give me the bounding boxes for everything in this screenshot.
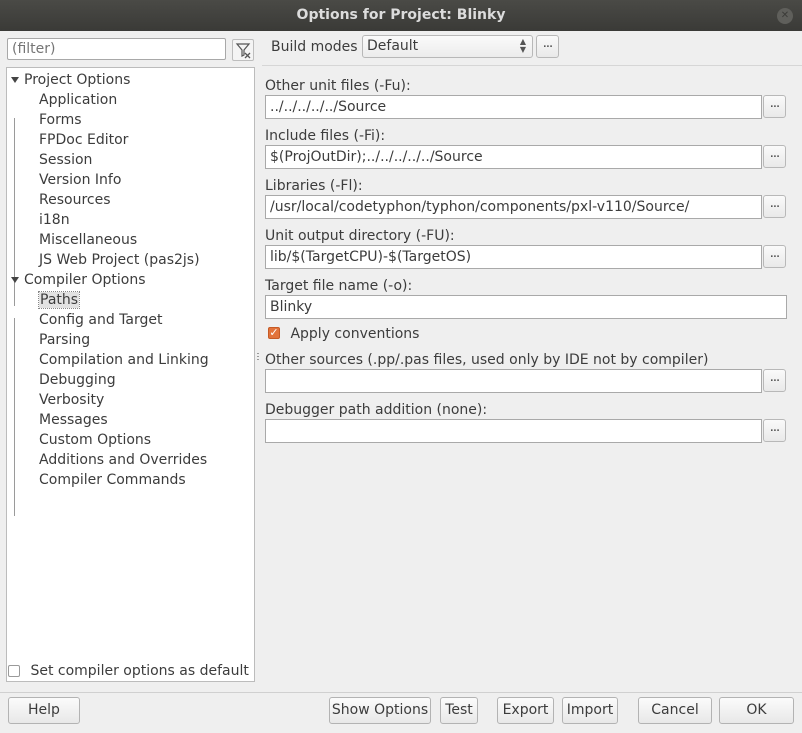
button-bar-separator: [0, 692, 802, 693]
tree-item-label: Compilation and Linking: [39, 352, 209, 368]
unit-output-input[interactable]: lib/$(TargetCPU)-$(TargetOS): [265, 245, 762, 269]
tree-item-label: Config and Target: [39, 312, 163, 328]
tree-item[interactable]: Messages: [39, 410, 108, 430]
window-title: Options for Project: Blinky: [296, 7, 506, 23]
tree-item[interactable]: Paths: [37, 290, 81, 310]
tree-group[interactable]: Project Options: [11, 70, 131, 90]
paths-page: Build modes Default ▲ ▼ ... Other unit fi…: [262, 31, 802, 691]
import-button[interactable]: Import: [562, 697, 618, 724]
tree-item-label: Miscellaneous: [39, 232, 138, 248]
debugger-path-label: Debugger path addition (none):: [265, 402, 488, 418]
tree-item-label: Forms: [39, 112, 82, 128]
ok-button[interactable]: OK: [719, 697, 794, 724]
tree-item-label: JS Web Project (pas2js): [39, 252, 200, 268]
tree-item-label: Compiler Options: [24, 272, 146, 288]
cancel-button[interactable]: Cancel: [638, 697, 712, 724]
tree-item-label: i18n: [39, 212, 70, 228]
tree-item[interactable]: Compiler Commands: [39, 470, 186, 490]
tree-item[interactable]: Parsing: [39, 330, 90, 350]
tree-item[interactable]: FPDoc Editor: [39, 130, 128, 150]
filter-clear-icon: [235, 43, 251, 59]
tree-lines: [14, 118, 15, 516]
window-titlebar: Options for Project: Blinky ✕: [0, 0, 802, 31]
set-default-option[interactable]: Set compiler options as default: [8, 661, 249, 681]
build-modes-value: Default: [367, 38, 419, 54]
expand-arrow-icon[interactable]: [11, 277, 19, 283]
tree-item[interactable]: Debugging: [39, 370, 116, 390]
tree-item-label: Compiler Commands: [39, 472, 186, 488]
tree-item-label: Custom Options: [39, 432, 152, 448]
tree-item-label: Debugging: [39, 372, 116, 388]
tree-item[interactable]: JS Web Project (pas2js): [39, 250, 200, 270]
close-icon[interactable]: ✕: [777, 8, 793, 24]
apply-conventions-label: Apply conventions: [290, 326, 420, 342]
include-files-label: Include files (-Fi):: [265, 128, 386, 144]
libraries-label: Libraries (-Fl):: [265, 178, 363, 194]
include-files-input[interactable]: $(ProjOutDir);../../../../../Source: [265, 145, 762, 169]
tree-item[interactable]: Session: [39, 150, 92, 170]
tree-item-label: Resources: [39, 192, 111, 208]
test-button[interactable]: Test: [440, 697, 478, 724]
build-modes-more-button[interactable]: ...: [536, 35, 559, 58]
tree-item[interactable]: Version Info: [39, 170, 121, 190]
tree-item[interactable]: Config and Target: [39, 310, 162, 330]
other-unit-files-browse-button[interactable]: ...: [763, 95, 786, 118]
tree-item-label: Application: [39, 92, 118, 108]
tree-item-label: Messages: [39, 412, 108, 428]
build-modes-separator: [262, 65, 802, 66]
tree-item-label: Session: [39, 152, 93, 168]
tree-group[interactable]: Compiler Options: [11, 270, 146, 290]
tree-item[interactable]: Forms: [39, 110, 82, 130]
splitter-grip[interactable]: [256, 351, 260, 363]
set-default-checkbox[interactable]: [8, 665, 20, 677]
tree-item[interactable]: Verbosity: [39, 390, 104, 410]
tree-item[interactable]: i18n: [39, 210, 70, 230]
tree-item[interactable]: Additions and Overrides: [39, 450, 207, 470]
tree-item-label: Additions and Overrides: [39, 452, 208, 468]
tree-item[interactable]: Custom Options: [39, 430, 151, 450]
libraries-browse-button[interactable]: ...: [763, 195, 786, 218]
tree-item[interactable]: Compilation and Linking: [39, 350, 209, 370]
unit-output-browse-button[interactable]: ...: [763, 245, 786, 268]
set-default-label: Set compiler options as default: [30, 663, 249, 679]
target-file-label: Target file name (-o):: [265, 278, 413, 294]
tree-item-label: Project Options: [24, 72, 131, 88]
tree-item-label: Verbosity: [39, 392, 105, 408]
tree-item[interactable]: Resources: [39, 190, 111, 210]
select-arrows-icon: ▲ ▼: [519, 37, 526, 54]
tree-item-label: Paths: [37, 291, 81, 309]
debugger-path-browse-button[interactable]: ...: [763, 419, 786, 442]
tree-item-label: Version Info: [39, 172, 122, 188]
unit-output-label: Unit output directory (-FU):: [265, 228, 455, 244]
options-tree[interactable]: Project Options Application Forms FPDoc Edi…: [6, 67, 255, 682]
other-unit-files-label: Other unit files (-Fu):: [265, 78, 411, 94]
help-button[interactable]: Help: [8, 697, 80, 724]
debugger-path-input[interactable]: [265, 419, 762, 443]
other-sources-label: Other sources (.pp/.pas files, used only…: [265, 352, 709, 368]
target-file-input[interactable]: Blinky: [265, 295, 787, 319]
tree-item-label: FPDoc Editor: [39, 132, 129, 148]
tree-item[interactable]: Miscellaneous: [39, 230, 137, 250]
build-modes-select[interactable]: Default ▲ ▼: [362, 35, 533, 58]
apply-conventions-option[interactable]: ✓ Apply conventions: [268, 325, 419, 343]
other-unit-files-input[interactable]: ../../../../../Source: [265, 95, 762, 119]
show-options-button[interactable]: Show Options: [329, 697, 431, 724]
clear-filter-button[interactable]: [232, 39, 254, 61]
other-sources-input[interactable]: [265, 369, 762, 393]
export-button[interactable]: Export: [497, 697, 554, 724]
tree-item[interactable]: Application: [39, 90, 117, 110]
include-files-browse-button[interactable]: ...: [763, 145, 786, 168]
other-sources-browse-button[interactable]: ...: [763, 369, 786, 392]
dialog-body: Project Options Application Forms FPDoc Edi…: [0, 31, 802, 733]
expand-arrow-icon[interactable]: [11, 77, 19, 83]
apply-conventions-checkbox[interactable]: ✓: [268, 327, 280, 339]
tree-item-label: Parsing: [39, 332, 91, 348]
build-modes-label: Build modes: [271, 39, 358, 55]
filter-input[interactable]: [7, 38, 226, 60]
libraries-input[interactable]: /usr/local/codetyphon/typhon/components/…: [265, 195, 762, 219]
